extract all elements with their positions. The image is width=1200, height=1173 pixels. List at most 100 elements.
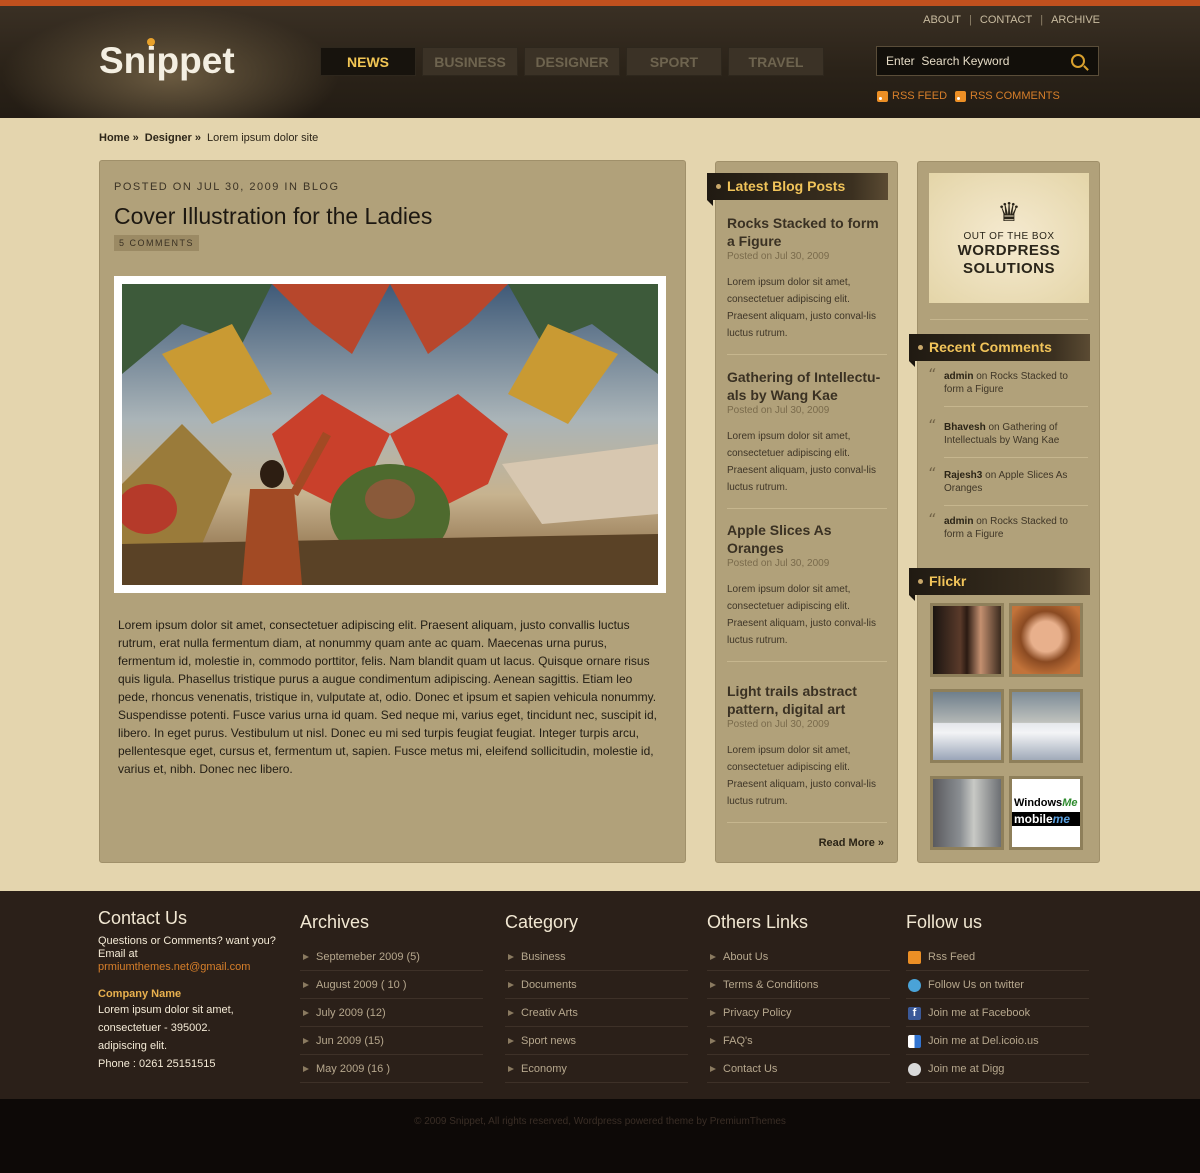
archive-link[interactable]: Jun 2009 (15) <box>300 1027 483 1055</box>
flickr-thumb[interactable] <box>930 776 1004 850</box>
illustration-art <box>122 284 658 585</box>
delicious-icon <box>908 1035 921 1048</box>
quote-icon: “ <box>928 416 937 435</box>
follow-rss-link[interactable]: Rss Feed <box>906 943 1089 971</box>
comment-count-badge[interactable]: 5 COMMENTS <box>114 235 200 251</box>
footer-heading: Others Links <box>707 912 809 932</box>
comment-item[interactable]: “Bhavesh on Gathering of Intellectuals b… <box>928 416 1088 458</box>
nav-designer[interactable]: DESIGNER <box>524 47 620 76</box>
blog-post-title[interactable]: Rocks Stacked to form a Figure <box>727 214 887 250</box>
post-panel: POSTED ON JUL 30, 2009 IN BLOG Cover Ill… <box>99 160 686 863</box>
flickr-thumb[interactable] <box>1009 689 1083 763</box>
post-title[interactable]: Cover Illustration for the Ladies <box>114 203 432 230</box>
blog-post-item: Apple Slices As Oranges Posted on Jul 30… <box>727 521 887 662</box>
nav-travel[interactable]: TRAVEL <box>728 47 824 76</box>
blog-post-date: Posted on Jul 30, 2009 <box>727 558 830 569</box>
post-meta: POSTED ON JUL 30, 2009 IN BLOG <box>114 181 340 193</box>
other-link[interactable]: Contact Us <box>707 1055 890 1083</box>
blog-post-title[interactable]: Light trails abstract pattern, digital a… <box>727 682 887 718</box>
follow-delicious-link[interactable]: Join me at Del.icoio.us <box>906 1027 1089 1055</box>
follow-digg-link[interactable]: Join me at Digg <box>906 1055 1089 1083</box>
other-link[interactable]: Terms & Conditions <box>707 971 890 999</box>
logo-dot <box>147 38 155 46</box>
divider <box>944 406 1088 407</box>
footer-heading: Contact Us <box>98 908 188 928</box>
post-image-frame <box>114 276 666 593</box>
blog-post-excerpt: Lorem ipsum dolor sit amet, consectetuer… <box>727 431 876 493</box>
contact-line: Email at <box>98 948 138 960</box>
category-link[interactable]: Business <box>505 943 688 971</box>
other-link[interactable]: About Us <box>707 943 890 971</box>
footer-heading: Archives <box>300 912 370 932</box>
blog-post-title[interactable]: Apple Slices As Oranges <box>727 521 887 557</box>
footer-contact: Contact Us Questions or Comments? want y… <box>98 908 288 1073</box>
blog-post-date: Posted on Jul 30, 2009 <box>727 719 830 730</box>
top-links: ABOUT | CONTACT | ARCHIVE <box>923 14 1100 26</box>
archive-link[interactable]: August 2009 ( 10 ) <box>300 971 483 999</box>
ad-line1: OUT OF THE BOX <box>963 230 1055 242</box>
top-link-about[interactable]: ABOUT <box>923 14 961 26</box>
divider <box>727 508 887 509</box>
other-link[interactable]: Privacy Policy <box>707 999 890 1027</box>
breadcrumb-designer[interactable]: Designer » <box>145 132 201 144</box>
follow-facebook-link[interactable]: f Join me at Facebook <box>906 999 1089 1027</box>
top-link-contact[interactable]: CONTACT <box>980 14 1032 26</box>
top-link-archive[interactable]: ARCHIVE <box>1051 14 1100 26</box>
ad-banner[interactable]: ♛ OUT OF THE BOX WORDPRESS SOLUTIONS <box>929 173 1089 303</box>
blog-post-title[interactable]: Gathering of Intellectu-als by Wang Kae <box>727 368 887 404</box>
blog-post-excerpt: Lorem ipsum dolor sit amet, consectetuer… <box>727 584 876 646</box>
comment-item[interactable]: “Rajesh3 on Apple Slices As Oranges <box>928 466 1088 506</box>
site-logo[interactable]: Snippet <box>99 38 235 82</box>
comment-item[interactable]: “admin on Rocks Stacked to form a Figure <box>928 367 1088 407</box>
flickr-thumb[interactable] <box>930 603 1004 677</box>
search-input[interactable] <box>877 54 1067 68</box>
footer-category: Category Business Documents Creativ Arts… <box>505 912 688 1083</box>
divider <box>727 661 887 662</box>
blog-post-item: Gathering of Intellectu-als by Wang Kae … <box>727 368 887 509</box>
rss-comments-link[interactable]: RSS COMMENTS <box>955 90 1060 102</box>
blog-post-date: Posted on Jul 30, 2009 <box>727 251 830 262</box>
category-link[interactable]: Documents <box>505 971 688 999</box>
thumb-text-windows: WindowsMe <box>1014 797 1078 809</box>
flickr-thumb[interactable] <box>930 689 1004 763</box>
follow-twitter-link[interactable]: Follow Us on twitter <box>906 971 1089 999</box>
separator: | <box>969 14 972 26</box>
breadcrumb-home[interactable]: Home » <box>99 132 139 144</box>
contact-email-link[interactable]: prmiumthemes.net@gmail.com <box>98 961 250 973</box>
digg-icon <box>908 1063 921 1076</box>
divider <box>727 354 887 355</box>
flickr-thumb[interactable]: WindowsMe mobileme <box>1009 776 1083 850</box>
category-link[interactable]: Sport news <box>505 1027 688 1055</box>
nav-business[interactable]: BUSINESS <box>422 47 518 76</box>
category-link[interactable]: Economy <box>505 1055 688 1083</box>
category-link[interactable]: Creativ Arts <box>505 999 688 1027</box>
rss-icon <box>908 951 921 964</box>
footer-others: Others Links About Us Terms & Conditions… <box>707 912 890 1083</box>
site-footer: Contact Us Questions or Comments? want y… <box>0 891 1200 1099</box>
divider <box>930 319 1088 320</box>
footer-heading: Follow us <box>906 912 983 932</box>
nav-sport[interactable]: SPORT <box>626 47 722 76</box>
footer-follow: Follow us Rss Feed Follow Us on twitter … <box>906 912 1089 1083</box>
search-icon[interactable] <box>1071 54 1085 68</box>
nav-news[interactable]: NEWS <box>320 47 416 76</box>
read-more-link[interactable]: Read More » <box>819 837 884 849</box>
breadcrumb: Home » Designer » Lorem ipsum dolor site <box>99 132 318 144</box>
footer-heading: Category <box>505 912 579 932</box>
comment-item[interactable]: “admin on Rocks Stacked to form a Figure <box>928 512 1088 541</box>
copyright: © 2009 Snippet, All rights reserved, Wor… <box>0 1099 1200 1173</box>
archive-link[interactable]: July 2009 (12) <box>300 999 483 1027</box>
search-box <box>876 46 1099 76</box>
divider <box>944 505 1088 506</box>
post-illustration <box>122 284 658 585</box>
crown-icon: ♛ <box>997 196 1021 227</box>
other-link[interactable]: FAQ's <box>707 1027 890 1055</box>
archive-link[interactable]: Septemeber 2009 (5) <box>300 943 483 971</box>
rss-feed-link[interactable]: RSS FEED <box>877 90 947 102</box>
recent-comments-heading: Recent Comments <box>909 334 1090 367</box>
archive-link[interactable]: May 2009 (16 ) <box>300 1055 483 1083</box>
flickr-thumb[interactable] <box>1009 603 1083 677</box>
separator: | <box>1040 14 1044 26</box>
contact-line: Questions or Comments? want you? <box>98 935 276 947</box>
company-label: Company Name <box>98 988 182 1000</box>
